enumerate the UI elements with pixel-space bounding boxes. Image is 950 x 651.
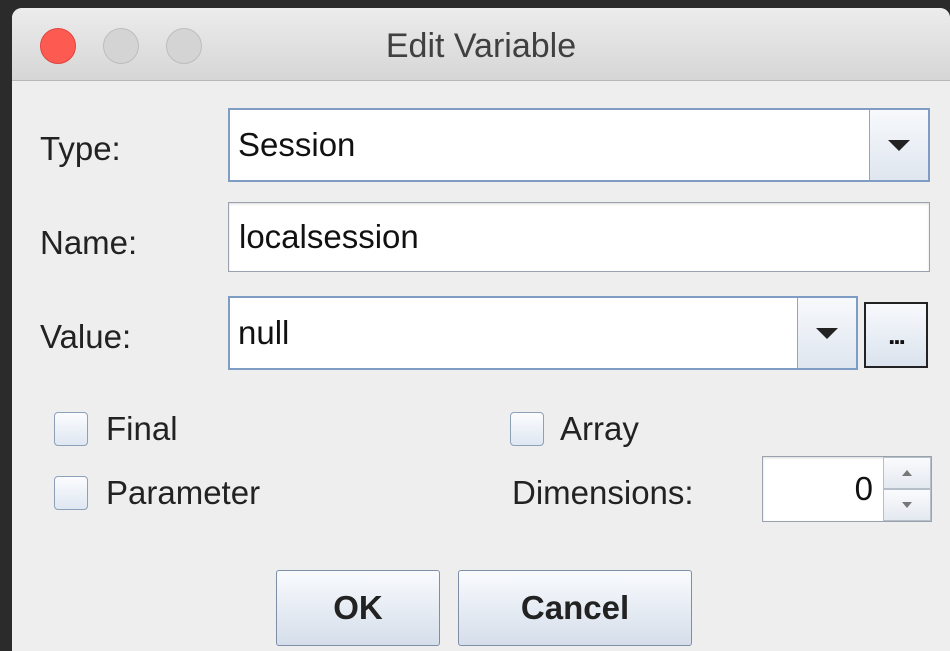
title-bar[interactable]: Edit Variable (12, 8, 950, 81)
name-label: Name: (40, 224, 138, 261)
type-dropdown-button[interactable] (869, 110, 928, 180)
chevron-down-icon (888, 139, 910, 151)
value-browse-button[interactable]: ... (864, 302, 928, 368)
edit-variable-dialog: Edit Variable Type: Session Name: locals… (12, 8, 950, 651)
type-label: Type: (40, 130, 121, 167)
dimensions-value: 0 (854, 470, 873, 507)
arrow-down-icon (902, 502, 912, 508)
name-input-value: localsession (239, 218, 419, 255)
name-input[interactable]: localsession (228, 202, 930, 272)
array-checkbox[interactable] (510, 412, 544, 446)
type-combobox[interactable]: Session (228, 108, 930, 182)
dimensions-decrement-button[interactable] (883, 489, 931, 521)
parameter-checkbox[interactable] (54, 476, 88, 510)
final-checkbox[interactable] (54, 412, 88, 446)
cancel-button[interactable]: Cancel (458, 570, 692, 646)
parameter-label[interactable]: Parameter (106, 474, 260, 512)
final-label[interactable]: Final (106, 410, 178, 448)
ok-button[interactable]: OK (276, 570, 440, 646)
type-combobox-value: Session (238, 126, 356, 163)
value-combobox-value: null (238, 314, 290, 351)
arrow-up-icon (902, 470, 912, 476)
dimensions-spinner[interactable]: 0 (762, 456, 932, 522)
dimensions-label: Dimensions: (512, 474, 694, 511)
value-label: Value: (40, 318, 132, 355)
array-label[interactable]: Array (560, 410, 639, 448)
dimensions-increment-button[interactable] (883, 457, 931, 489)
value-dropdown-button[interactable] (797, 298, 856, 368)
value-combobox[interactable]: null (228, 296, 858, 370)
chevron-down-icon (816, 327, 838, 339)
window-title: Edit Variable (385, 27, 577, 65)
